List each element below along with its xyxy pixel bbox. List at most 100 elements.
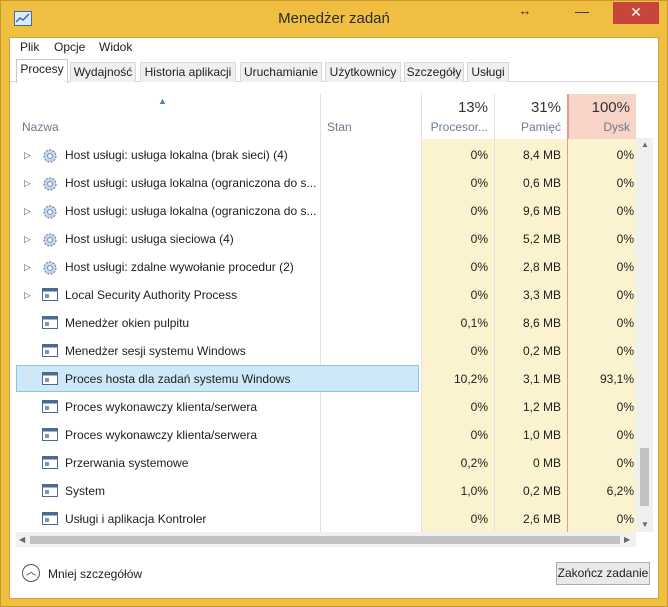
process-memory: 0 MB <box>532 456 561 470</box>
process-name: Host usługi: usługa lokalna (ograniczona… <box>65 204 317 218</box>
memory-total-percent: 31% <box>530 99 561 116</box>
process-row[interactable]: ▷ Local Security Authority Process 0% 3,3 M… <box>16 281 636 309</box>
process-row[interactable]: ▷ Host usługi: usługa sieciowa (4) 0% 5,2 M… <box>16 225 636 253</box>
process-row[interactable]: Proces wykonawczy klienta/serwera 0% 1,0 M… <box>16 421 636 449</box>
process-memory: 2,6 MB <box>522 512 561 526</box>
minimize-button[interactable]: — <box>569 1 595 23</box>
column-header-status[interactable]: Stan <box>321 94 421 139</box>
process-row[interactable]: ▷ Host usługi: zdalne wywołanie procedur … <box>16 253 636 281</box>
end-task-button[interactable]: Zakończ zadanie <box>556 562 650 585</box>
column-cpu-label: Procesor... <box>430 120 488 134</box>
process-cpu: 0% <box>470 344 488 358</box>
process-disk: 0% <box>616 260 634 274</box>
process-memory: 9,6 MB <box>522 204 561 218</box>
vertical-scrollbar[interactable]: ▲ ▼ <box>636 138 653 532</box>
column-header-cpu[interactable]: 13% Procesor... <box>422 94 494 139</box>
column-memory-label: Pamięć <box>520 120 561 134</box>
process-name: Local Security Authority Process <box>65 288 238 302</box>
column-header-disk[interactable]: 100% Dysk <box>568 94 636 139</box>
process-row[interactable]: ▷ Host usługi: usługa lokalna (brak sieci… <box>16 141 636 169</box>
process-memory: 3,3 MB <box>522 288 561 302</box>
process-grid: ▲ Nazwa Stan 13% Procesor... 31% Pamięć … <box>16 94 636 532</box>
tab-wydajnosc[interactable]: Wydajność <box>70 62 136 82</box>
expand-arrow-icon[interactable]: ▷ <box>24 262 31 273</box>
column-header-name[interactable]: ▲ Nazwa <box>16 94 320 139</box>
title-bar[interactable]: Menedżer zadań ↔ — ✕ <box>1 1 667 37</box>
fewer-details-link[interactable]: Mniej szczegółów <box>48 567 142 581</box>
process-cpu: 1,0% <box>460 484 488 498</box>
process-name: Menedżer okien pulpitu <box>65 316 190 330</box>
column-status-label: Stan <box>327 120 352 134</box>
tab-szczegoly[interactable]: Szczegóły <box>404 62 464 82</box>
menu-plik[interactable]: Plik <box>20 40 39 54</box>
window-icon <box>42 456 58 470</box>
process-name: Menedżer sesji systemu Windows <box>65 344 246 358</box>
horizontal-scroll-thumb[interactable] <box>30 536 620 544</box>
process-memory: 8,4 MB <box>522 148 561 162</box>
window-icon <box>42 316 58 330</box>
scroll-down-icon[interactable]: ▼ <box>641 520 649 529</box>
expand-arrow-icon[interactable]: ▷ <box>24 234 31 245</box>
column-name-label: Nazwa <box>22 120 59 134</box>
tab-uruchamianie[interactable]: Uruchamianie <box>240 62 322 82</box>
process-disk: 93,1% <box>599 372 634 386</box>
process-cpu: 0% <box>470 232 488 246</box>
window-icon <box>42 344 58 358</box>
process-disk: 0% <box>616 204 634 218</box>
expand-arrow-icon[interactable]: ▷ <box>24 178 31 189</box>
process-name: Przerwania systemowe <box>65 456 189 470</box>
process-disk: 0% <box>616 344 634 358</box>
menu-opcje[interactable]: Opcje <box>54 40 85 54</box>
scroll-up-icon[interactable]: ▲ <box>641 140 649 149</box>
scroll-left-icon[interactable]: ◀ <box>19 535 25 544</box>
restore-button[interactable]: ↔ <box>512 1 538 23</box>
tab-uslugi[interactable]: Usługi <box>467 62 509 82</box>
process-row[interactable]: Przerwania systemowe 0,2% 0 MB 0% <box>16 449 636 477</box>
process-memory: 1,0 MB <box>522 428 561 442</box>
process-disk: 0% <box>616 232 634 246</box>
process-cpu: 0% <box>470 428 488 442</box>
menu-widok[interactable]: Widok <box>99 40 132 54</box>
process-row[interactable]: Menedżer sesji systemu Windows 0% 0,2 MB 0% <box>16 337 636 365</box>
window-title: Menedżer zadań <box>278 10 390 27</box>
column-header-memory[interactable]: 31% Pamięć <box>495 94 567 139</box>
expand-arrow-icon[interactable]: ▷ <box>24 150 31 161</box>
process-name: Proces wykonawczy klienta/serwera <box>65 428 258 442</box>
horizontal-scrollbar[interactable]: ◀ ▶ <box>16 532 636 547</box>
process-row[interactable]: System 1,0% 0,2 MB 6,2% <box>16 477 636 505</box>
process-disk: 0% <box>616 288 634 302</box>
process-cpu: 0% <box>470 400 488 414</box>
process-memory: 1,2 MB <box>522 400 561 414</box>
chevron-up-icon[interactable]: ︿ <box>22 564 40 582</box>
tab-strip: Procesy Wydajność Historia aplikacji Uru… <box>10 58 658 83</box>
window-icon <box>42 372 58 386</box>
process-row[interactable]: Menedżer okien pulpitu 0,1% 8,6 MB 0% <box>16 309 636 337</box>
expand-arrow-icon[interactable]: ▷ <box>24 290 31 301</box>
process-disk: 0% <box>616 148 634 162</box>
vertical-scroll-thumb[interactable] <box>640 448 649 506</box>
gear-icon <box>42 260 58 275</box>
process-row[interactable]: ▷ Host usługi: usługa lokalna (ograniczon… <box>16 197 636 225</box>
process-row[interactable]: ▷ Host usługi: usługa lokalna (ograniczon… <box>16 169 636 197</box>
disk-total-percent: 100% <box>591 99 630 116</box>
process-disk: 0% <box>616 400 634 414</box>
tab-procesy[interactable]: Procesy <box>16 59 68 83</box>
process-cpu: 0,1% <box>460 316 488 330</box>
process-row[interactable]: Usługi i aplikacja Kontroler 0% 2,6 MB 0% <box>16 505 636 532</box>
expand-arrow-icon[interactable]: ▷ <box>24 206 31 217</box>
process-cpu: 0,2% <box>460 456 488 470</box>
tab-historia-aplikacji[interactable]: Historia aplikacji <box>140 62 236 82</box>
process-memory: 0,2 MB <box>522 484 561 498</box>
process-cpu: 0% <box>470 288 488 302</box>
process-memory: 2,8 MB <box>522 260 561 274</box>
menu-bar: Plik Opcje Widok <box>10 38 658 58</box>
tab-uzytkownicy[interactable]: Użytkownicy <box>325 62 401 82</box>
process-row[interactable]: Proces hosta dla zadań systemu Windows 10… <box>16 365 636 393</box>
close-button[interactable]: ✕ <box>613 2 659 24</box>
process-memory: 0,6 MB <box>522 176 561 190</box>
process-memory: 3,1 MB <box>522 372 561 386</box>
scroll-right-icon[interactable]: ▶ <box>624 535 630 544</box>
process-row[interactable]: Proces wykonawczy klienta/serwera 0% 1,2 M… <box>16 393 636 421</box>
process-memory: 5,2 MB <box>522 232 561 246</box>
column-disk-label: Dysk <box>603 120 630 134</box>
